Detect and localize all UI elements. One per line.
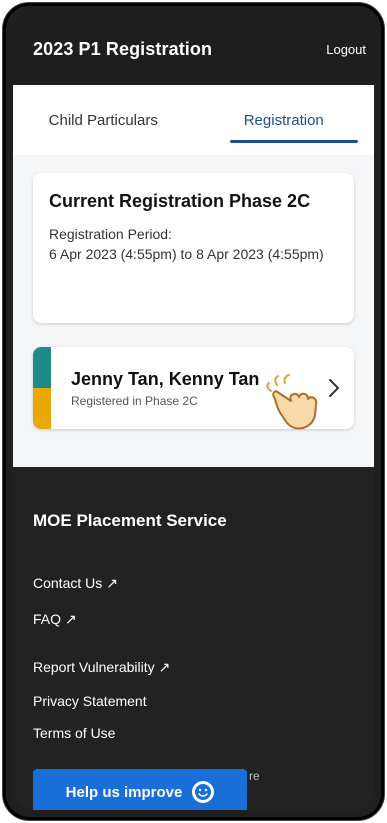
main-content: Child Particulars Registration Current R…: [13, 85, 374, 467]
phone-frame: 2023 P1 Registration Logout Child Partic…: [3, 3, 384, 820]
report-vulnerability-label: Report Vulnerability: [33, 659, 155, 675]
stripe-teal: [33, 347, 51, 388]
phase-heading: Current Registration Phase 2C: [49, 191, 311, 211]
contact-us-link[interactable]: Contact Us ↗: [33, 575, 118, 592]
logout-link[interactable]: Logout: [326, 42, 366, 57]
site-footer: MOE Placement Service Contact Us ↗ FAQ ↗ R…: [13, 467, 374, 810]
report-vulnerability-link[interactable]: Report Vulnerability ↗: [33, 659, 170, 676]
help-button-label: Help us improve: [65, 783, 183, 801]
external-link-icon: ↗: [158, 659, 171, 675]
tab-registration[interactable]: Registration: [194, 85, 375, 155]
registration-phase-card: Current Registration Phase 2C Registrati…: [33, 173, 354, 323]
tab-bar: Child Particulars Registration: [13, 85, 374, 155]
contact-us-label: Contact Us: [33, 575, 103, 591]
smiley-icon: [192, 781, 215, 803]
help-us-improve-button[interactable]: Help us improve: [33, 769, 247, 810]
period-value: 6 Apr 2023 (4:55pm) to 8 Apr 2023 (4:55p…: [49, 246, 324, 262]
external-link-icon: ↗: [65, 611, 77, 627]
top-bar: 2023 P1 Registration Logout: [13, 13, 374, 85]
child-color-stripe: [33, 347, 51, 429]
footer-brand: MOE Placement Service: [33, 511, 227, 530]
app-screen: 2023 P1 Registration Logout Child Partic…: [13, 13, 374, 810]
period-label: Registration Period:: [49, 226, 172, 242]
pointing-hand-icon: [261, 373, 325, 433]
external-link-icon: ↗: [106, 575, 118, 591]
tab-child-particulars[interactable]: Child Particulars: [13, 85, 194, 155]
faq-link[interactable]: FAQ ↗: [33, 611, 77, 628]
app-title: 2023 P1 Registration: [33, 38, 213, 59]
terms-of-use-link[interactable]: Terms of Use: [33, 725, 115, 741]
privacy-statement-link[interactable]: Privacy Statement: [33, 693, 147, 709]
faq-label: FAQ: [33, 611, 62, 627]
footer-obscured-text: re: [249, 769, 260, 783]
stripe-amber: [33, 388, 51, 429]
